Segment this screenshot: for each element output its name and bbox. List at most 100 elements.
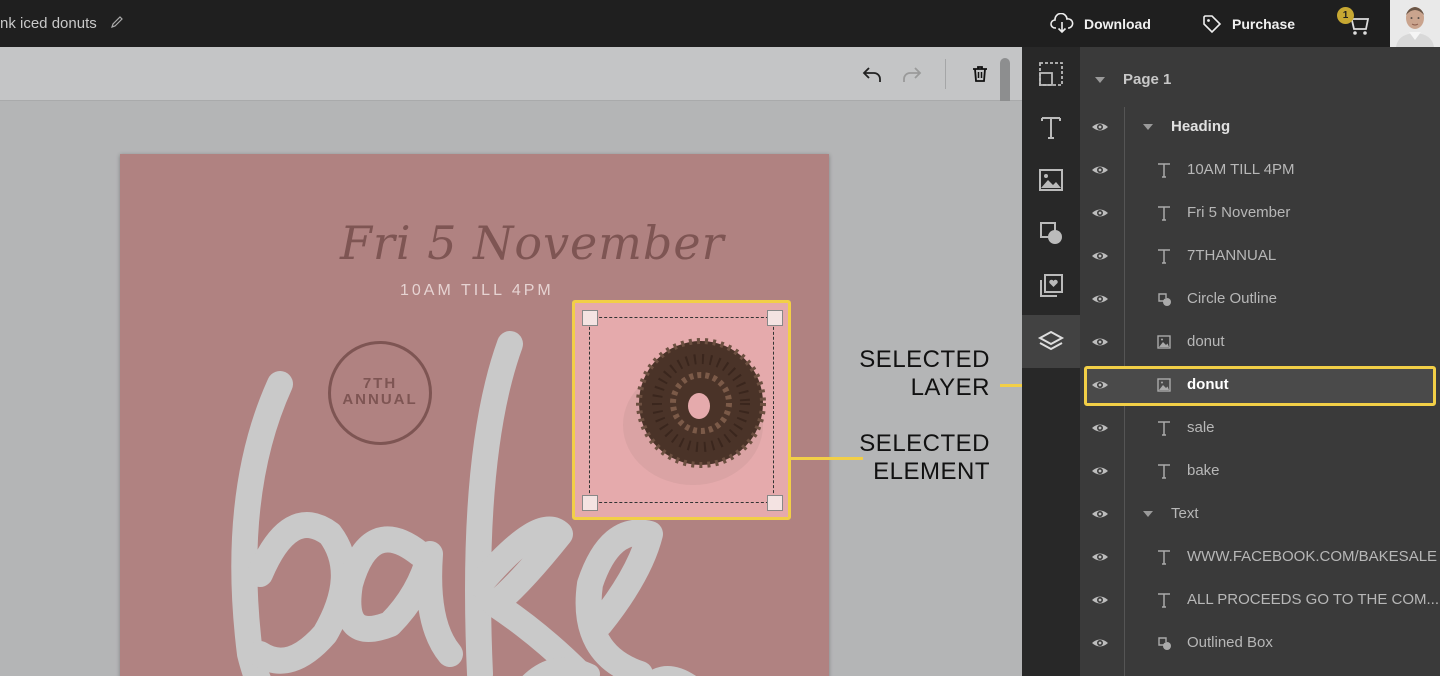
resize-handle-bottom-left[interactable]: [582, 495, 598, 511]
eye-icon[interactable]: [1090, 547, 1110, 567]
selection-bounding-box: [589, 317, 774, 503]
layer-group-heading[interactable]: Heading: [1080, 105, 1440, 148]
eye-icon[interactable]: [1090, 418, 1110, 438]
selected-element-pointer: [791, 457, 863, 460]
layers-icon: [1037, 330, 1065, 350]
rail-images[interactable]: [1022, 153, 1080, 206]
undo-button[interactable]: [858, 60, 886, 88]
poster-date-text[interactable]: Fri 5 November: [340, 216, 725, 270]
text-layer-icon: [1156, 162, 1172, 178]
annotation-line: SELECTED: [859, 346, 990, 373]
side-tool-rail: [1022, 47, 1080, 676]
eye-icon[interactable]: [1090, 633, 1110, 653]
eye-icon[interactable]: [1090, 375, 1110, 395]
eye-icon[interactable]: [1090, 289, 1110, 309]
layer-item[interactable]: Circle Outline: [1080, 277, 1440, 320]
layer-item-label: donut: [1187, 376, 1229, 393]
purchase-button[interactable]: Purchase: [1202, 0, 1295, 47]
selected-element-frame[interactable]: [572, 300, 791, 520]
poster-time-text[interactable]: 10AM TILL 4PM: [400, 282, 554, 300]
trash-icon: [973, 66, 987, 82]
eye-icon[interactable]: [1090, 160, 1110, 180]
tag-icon: [1203, 14, 1222, 33]
resize-handle-top-left[interactable]: [582, 310, 598, 326]
delete-button[interactable]: [966, 60, 994, 88]
resize-icon: [1039, 61, 1063, 86]
image-icon: [1039, 168, 1063, 191]
undo-icon: [862, 67, 881, 82]
annotation-line: ELEMENT: [873, 458, 990, 485]
eye-icon[interactable]: [1090, 590, 1110, 610]
text-layer-icon: [1156, 549, 1172, 565]
layer-group-text[interactable]: Text: [1080, 492, 1440, 535]
layer-item[interactable]: ALL PROCEEDS GO TO THE COM...: [1080, 578, 1440, 621]
layer-item-label: donut: [1187, 333, 1225, 350]
templates-icon: [1040, 273, 1063, 297]
layer-item[interactable]: Fri 5 November: [1080, 191, 1440, 234]
image-layer-icon: [1156, 334, 1172, 350]
layer-group-label: Text: [1171, 505, 1199, 522]
text-icon: [1041, 116, 1061, 139]
text-layer-icon: [1156, 420, 1172, 436]
annual-line-1: 7TH: [362, 375, 398, 392]
layer-item[interactable]: sale: [1080, 406, 1440, 449]
rail-resize[interactable]: [1022, 47, 1080, 100]
text-layer-icon: [1156, 463, 1172, 479]
editor-window: nk iced donuts Download Purchase 1 Fri 5…: [0, 0, 1440, 676]
cloud-download-icon: [1050, 12, 1074, 33]
collapse-caret-icon[interactable]: [1095, 77, 1105, 83]
resize-handle-bottom-right[interactable]: [767, 495, 783, 511]
rail-elements[interactable]: [1022, 206, 1080, 259]
layer-item[interactable]: bake: [1080, 449, 1440, 492]
layer-item[interactable]: 7THANNUAL: [1080, 234, 1440, 277]
layers-panel: Page 1 Heading 10AM TILL 4PM Fri 5 Novembe…: [1080, 47, 1440, 676]
text-layer-icon: [1156, 248, 1172, 264]
shape-layer-icon: [1156, 291, 1172, 307]
layer-item-label: Fri 5 November: [1187, 204, 1291, 221]
layer-item-label: WWW.FACEBOOK.COM/BAKESALE: [1187, 548, 1438, 565]
layer-item[interactable]: Outlined Box: [1080, 621, 1440, 664]
collapse-caret-icon[interactable]: [1143, 124, 1153, 130]
cart-count-badge: 1: [1337, 7, 1354, 24]
edit-title-icon[interactable]: [110, 15, 124, 32]
page-label: Page 1: [1123, 71, 1172, 88]
layer-item-selected[interactable]: donut: [1080, 363, 1440, 406]
eye-icon[interactable]: [1090, 332, 1110, 352]
document-title[interactable]: nk iced donuts: [0, 15, 97, 32]
rail-text[interactable]: [1022, 100, 1080, 153]
annual-line-2: ANNUAL: [342, 391, 418, 408]
layer-item[interactable]: donut: [1080, 320, 1440, 363]
layer-item-label: 7THANNUAL: [1187, 247, 1277, 264]
rail-templates[interactable]: [1022, 259, 1080, 312]
layer-item[interactable]: 10AM TILL 4PM: [1080, 148, 1440, 191]
redo-button[interactable]: [898, 60, 926, 88]
user-avatar[interactable]: [1390, 0, 1440, 47]
collapse-caret-icon[interactable]: [1143, 511, 1153, 517]
layer-item-label: bake: [1187, 462, 1220, 479]
layer-page[interactable]: Page 1: [1080, 58, 1440, 101]
rail-layers[interactable]: [1022, 315, 1080, 368]
layer-item[interactable]: WWW.FACEBOOK.COM/BAKESALE: [1080, 535, 1440, 578]
poster-annual-text[interactable]: 7TH ANNUAL: [328, 376, 432, 408]
eye-icon[interactable]: [1090, 504, 1110, 524]
eye-icon[interactable]: [1090, 461, 1110, 481]
eye-icon[interactable]: [1090, 203, 1110, 223]
eye-icon[interactable]: [1090, 117, 1110, 137]
toolbar-divider: [945, 59, 946, 89]
layer-item-label: ALL PROCEEDS GO TO THE COM...: [1187, 591, 1440, 608]
text-layer-icon: [1156, 205, 1172, 221]
selected-layer-annotation: SELECTED LAYER: [820, 346, 990, 402]
layer-item-label: 10AM TILL 4PM: [1187, 161, 1295, 178]
shapes-icon: [1040, 221, 1062, 244]
download-label: Download: [1084, 15, 1151, 32]
eye-icon[interactable]: [1090, 246, 1110, 266]
download-button[interactable]: Download: [1050, 0, 1151, 47]
canvas-toolbar: [0, 47, 1022, 101]
top-bar: nk iced donuts Download Purchase 1: [0, 0, 1440, 47]
annotation-line: SELECTED: [859, 430, 990, 457]
resize-handle-top-right[interactable]: [767, 310, 783, 326]
layer-group-label: Heading: [1171, 118, 1231, 135]
layer-item-label: Circle Outline: [1187, 290, 1278, 307]
shape-layer-icon: [1156, 635, 1172, 651]
image-layer-icon: [1156, 377, 1172, 393]
